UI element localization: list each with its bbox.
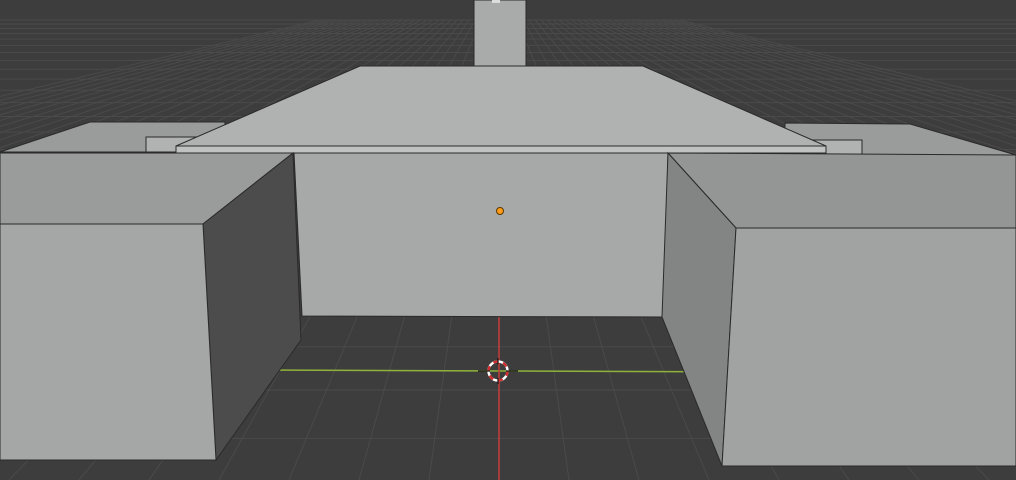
back-column[interactable] bbox=[473, 0, 527, 69]
object-origin-icon[interactable] bbox=[496, 207, 504, 215]
center-slab-front[interactable] bbox=[293, 152, 669, 318]
center-slab-edge[interactable] bbox=[175, 145, 827, 154]
3d-viewport[interactable] bbox=[0, 0, 1016, 480]
back-column-vertex-marker bbox=[492, 0, 500, 3]
front-right-cube[interactable] bbox=[661, 151, 1016, 467]
back-column-face[interactable] bbox=[473, 0, 527, 69]
viewport-canvas[interactable] bbox=[0, 0, 1016, 480]
front-left-cube-front[interactable] bbox=[0, 223, 217, 461]
front-right-cube-front[interactable] bbox=[721, 227, 1016, 467]
